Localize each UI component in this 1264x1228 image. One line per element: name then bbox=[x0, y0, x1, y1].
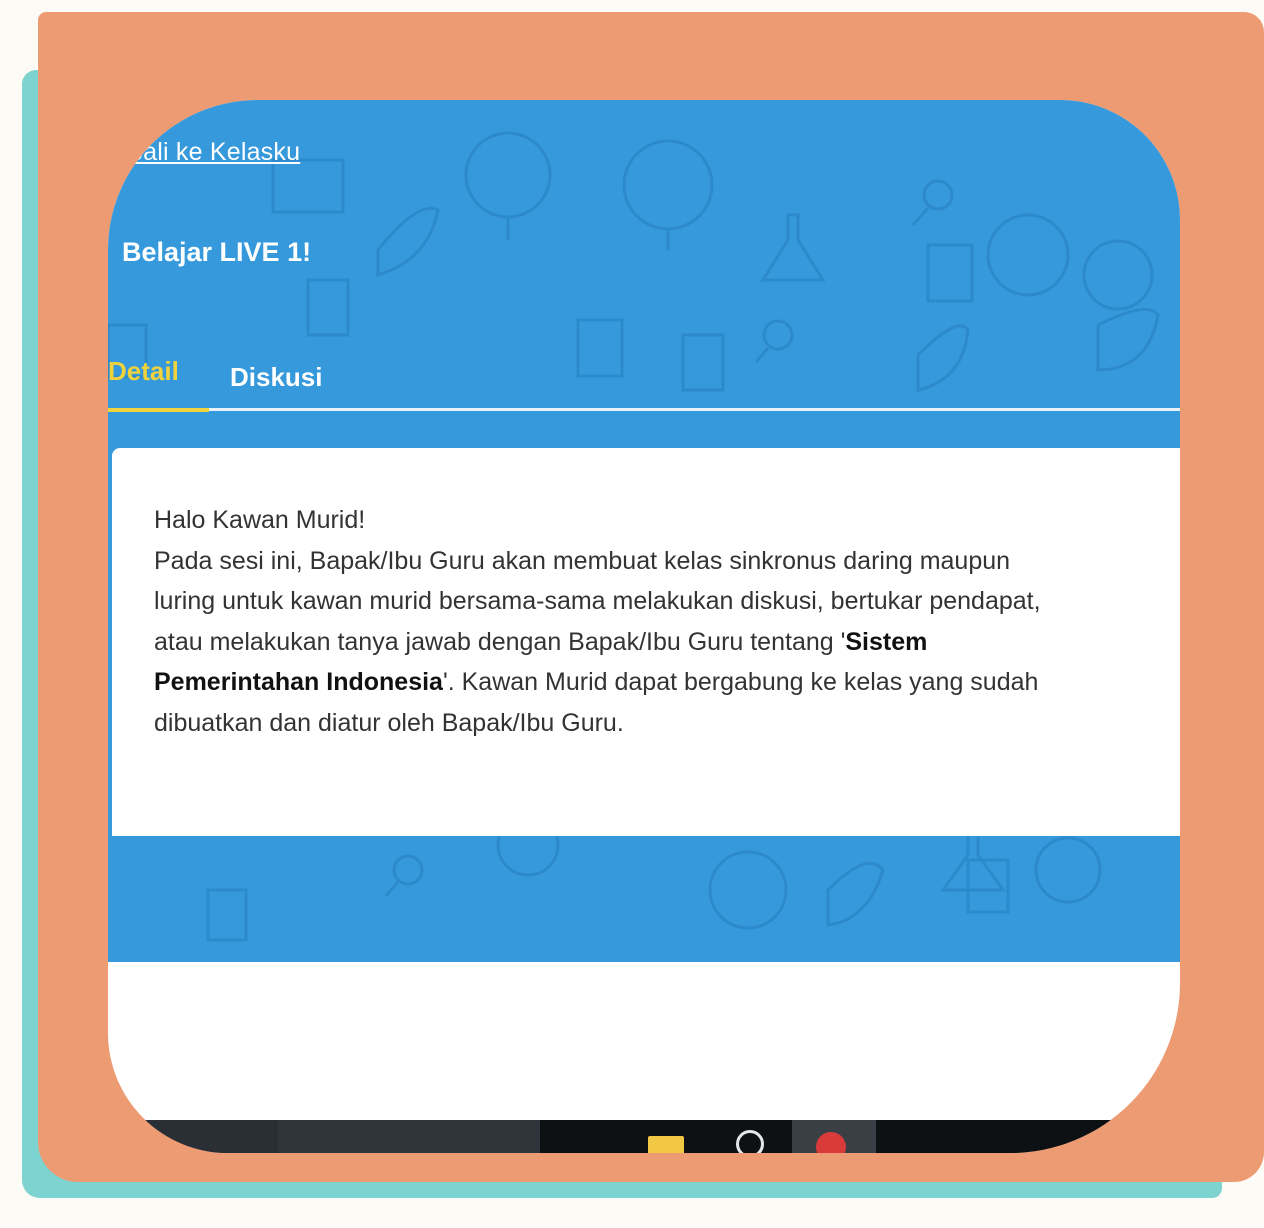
magnifier-handle-doodle bbox=[911, 207, 930, 226]
page-title: Belajar LIVE 1! bbox=[122, 237, 312, 267]
no-sign-icon[interactable] bbox=[736, 1130, 764, 1153]
description-line: dibuatkan dan diatur oleh Bapak/Ibu Guru… bbox=[154, 708, 624, 737]
back-to-kelasku-link[interactable]: mbali ke Kelasku bbox=[108, 138, 300, 167]
description-line: luring untuk kawan murid bersama-sama me… bbox=[154, 587, 1041, 615]
globe-doodle-icon bbox=[1082, 239, 1154, 311]
taskbar-slot bbox=[876, 1120, 1180, 1153]
tab-detail[interactable]: Detail bbox=[108, 356, 209, 412]
flask-doodle-icon bbox=[760, 213, 826, 282]
magnifier-handle-doodle bbox=[384, 881, 400, 897]
detail-description: Halo Kawan Murid! Pada sesi ini, Bapak/I… bbox=[154, 500, 1180, 743]
taskbar-slot bbox=[278, 1120, 540, 1153]
taskbar-slot bbox=[108, 1120, 278, 1153]
leaf-doodle-icon bbox=[376, 206, 440, 278]
description-text: '. Kawan Murid dapat bergabung ke kelas … bbox=[442, 668, 1039, 696]
detail-content-card: Halo Kawan Murid! Pada sesi ini, Bapak/I… bbox=[112, 448, 1180, 836]
topic-bold-text: Sistem bbox=[845, 627, 928, 656]
collage-stage: mbali ke Kelasku Belajar LIVE 1! Detail … bbox=[0, 0, 1264, 1228]
globe-doodle-icon bbox=[708, 850, 788, 930]
screenshot-window: mbali ke Kelasku Belajar LIVE 1! Detail … bbox=[108, 100, 1180, 1153]
book-doodle-icon bbox=[306, 278, 350, 337]
description-line: atau melakukan tanya jawab dengan Bapak/… bbox=[154, 622, 1180, 663]
magnifier-doodle-icon bbox=[762, 319, 794, 351]
leaf-doodle-icon bbox=[826, 861, 885, 927]
globe-doodle-icon bbox=[1034, 836, 1102, 904]
magnifier-doodle-icon bbox=[922, 179, 954, 211]
book-doodle-icon bbox=[206, 888, 248, 942]
topic-bold-text: Pemerintahan Indonesia bbox=[154, 668, 443, 696]
os-taskbar bbox=[108, 1120, 1180, 1153]
globe-doodle-icon bbox=[622, 139, 714, 231]
folder-icon[interactable] bbox=[648, 1136, 684, 1153]
greeting-text: Halo Kawan Murid! bbox=[154, 506, 366, 534]
book-doodle-icon bbox=[926, 243, 974, 303]
tab-diskusi[interactable]: Diskusi bbox=[230, 362, 323, 414]
tab-bar: Detail Diskusi bbox=[108, 356, 1180, 414]
globe-doodle-icon bbox=[986, 213, 1070, 297]
magnifier-doodle-icon bbox=[392, 854, 424, 886]
description-line: Pada sesi ini, Bapak/Ibu Guru akan membu… bbox=[154, 546, 1011, 575]
description-line: Pemerintahan Indonesia'. Kawan Murid dap… bbox=[154, 662, 1180, 703]
calculator-doodle-icon bbox=[271, 158, 345, 214]
globe-doodle-icon bbox=[464, 131, 552, 219]
description-text: atau melakukan tanya jawab dengan Bapak/… bbox=[154, 627, 846, 656]
